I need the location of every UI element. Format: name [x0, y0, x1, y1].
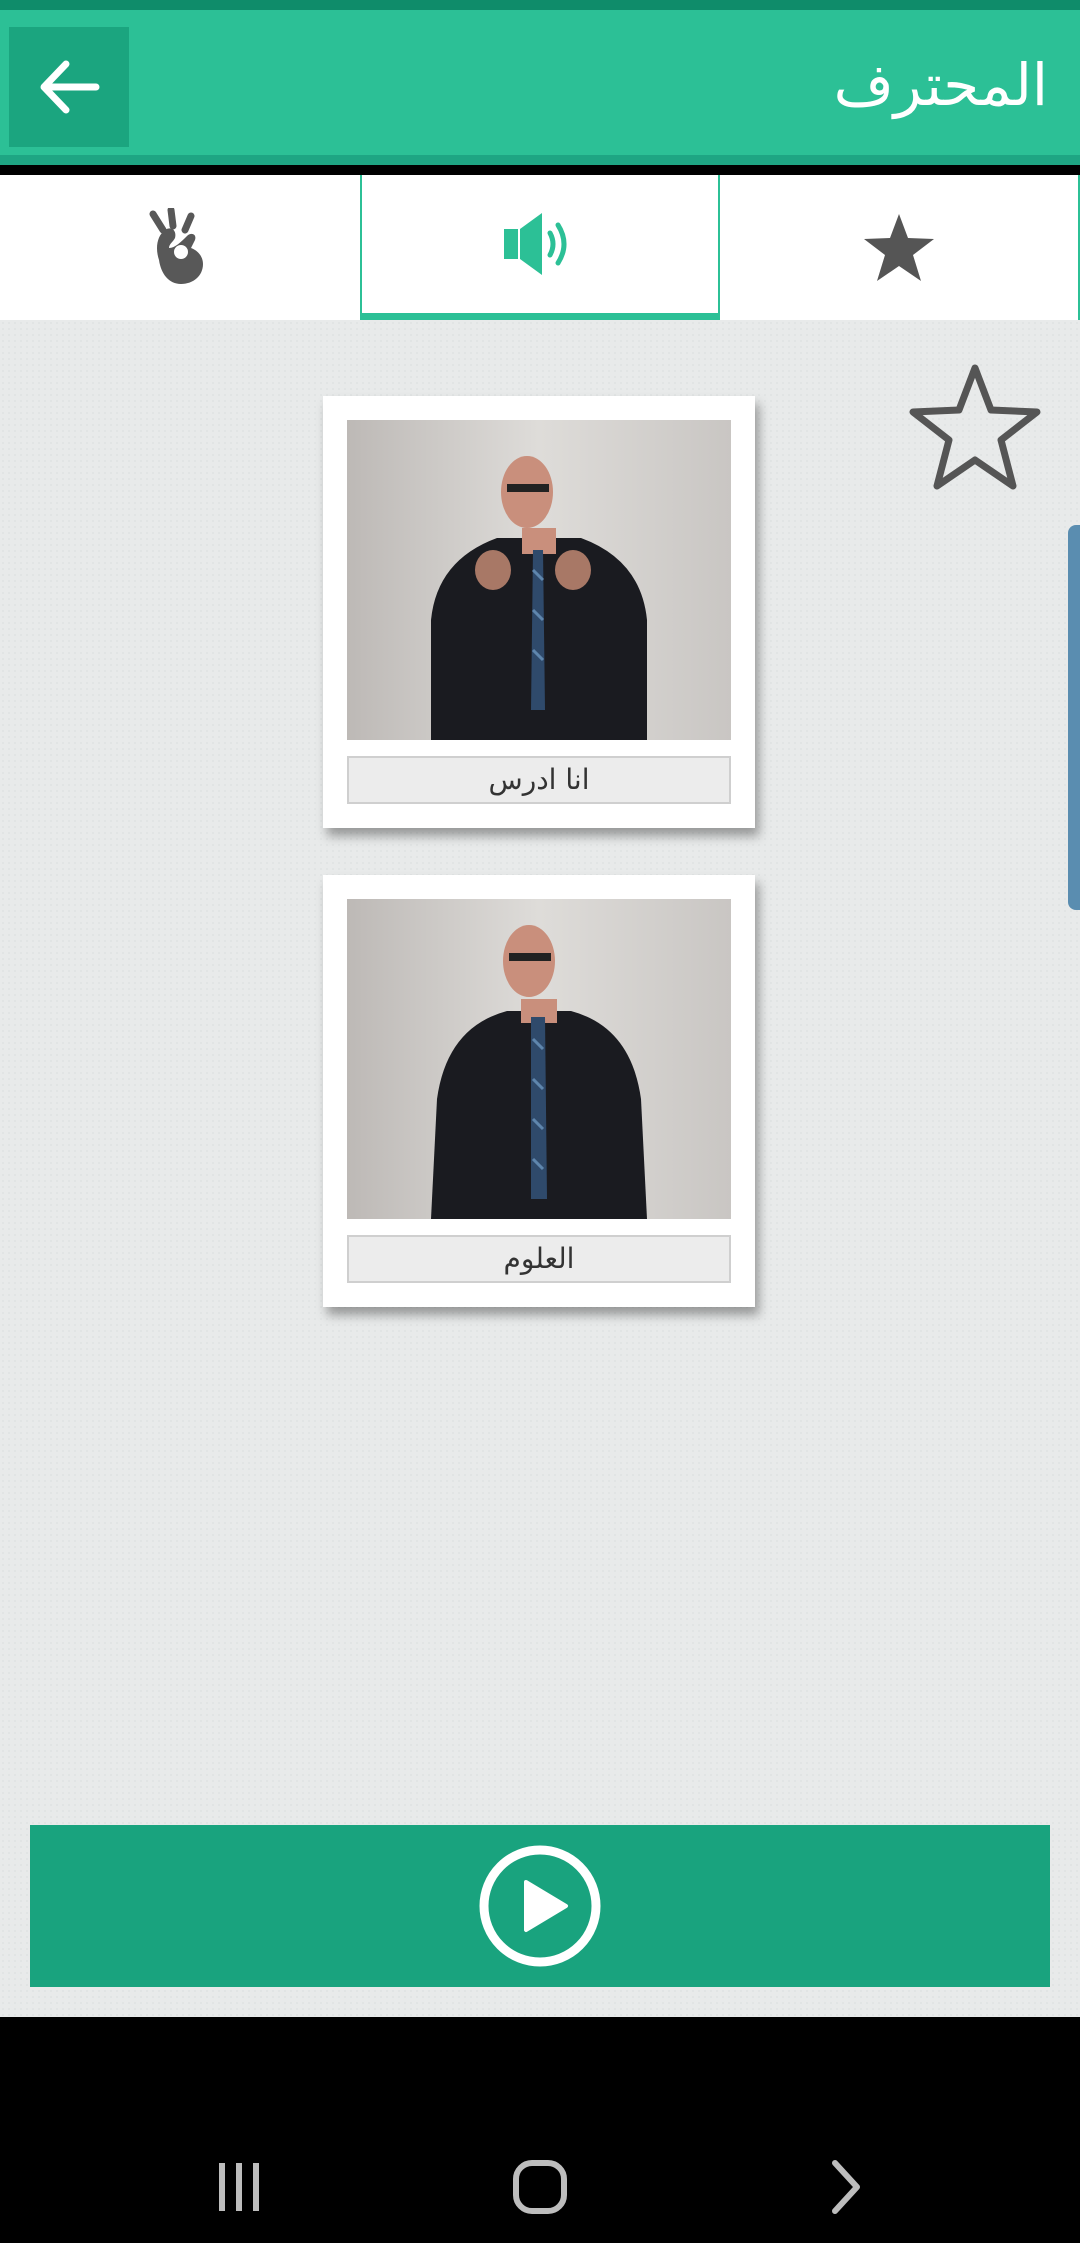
tab-audio[interactable]: [360, 175, 720, 320]
star-outline-icon[interactable]: [905, 360, 1045, 500]
tab-favorites[interactable]: [720, 175, 1080, 320]
tab-sign[interactable]: [0, 175, 360, 320]
scrollbar-handle[interactable]: [1068, 525, 1080, 910]
arrow-left-icon: [40, 60, 100, 114]
system-nav-bar: [0, 2017, 1080, 2243]
card-caption: انا ادرس: [347, 756, 731, 804]
status-bar: [0, 0, 1080, 10]
chevron-right-icon: [832, 2160, 860, 2214]
hand-sign-icon: [149, 207, 203, 284]
star-icon: [864, 213, 934, 281]
card-caption: العلوم: [347, 1235, 731, 1283]
page-title: المحترف: [833, 51, 1048, 119]
tab-bar: [0, 175, 1080, 320]
sign-card[interactable]: العلوم: [323, 875, 755, 1307]
man-signing-photo: [347, 420, 731, 740]
system-back-button[interactable]: [805, 2157, 885, 2217]
home-button[interactable]: [500, 2157, 580, 2217]
content-area: انا ادرس العلوم: [0, 320, 1080, 2017]
play-circle-icon: [479, 1845, 601, 1967]
play-button[interactable]: [30, 1825, 1050, 1987]
speaker-icon: [504, 213, 567, 275]
recents-button[interactable]: [199, 2157, 279, 2217]
back-button[interactable]: [9, 27, 129, 147]
man-signing-photo: [347, 899, 731, 1219]
sign-card[interactable]: انا ادرس: [323, 396, 755, 828]
home-icon: [513, 2160, 567, 2214]
recents-icon: [219, 2163, 259, 2211]
app-bar: المحترف: [0, 10, 1080, 165]
